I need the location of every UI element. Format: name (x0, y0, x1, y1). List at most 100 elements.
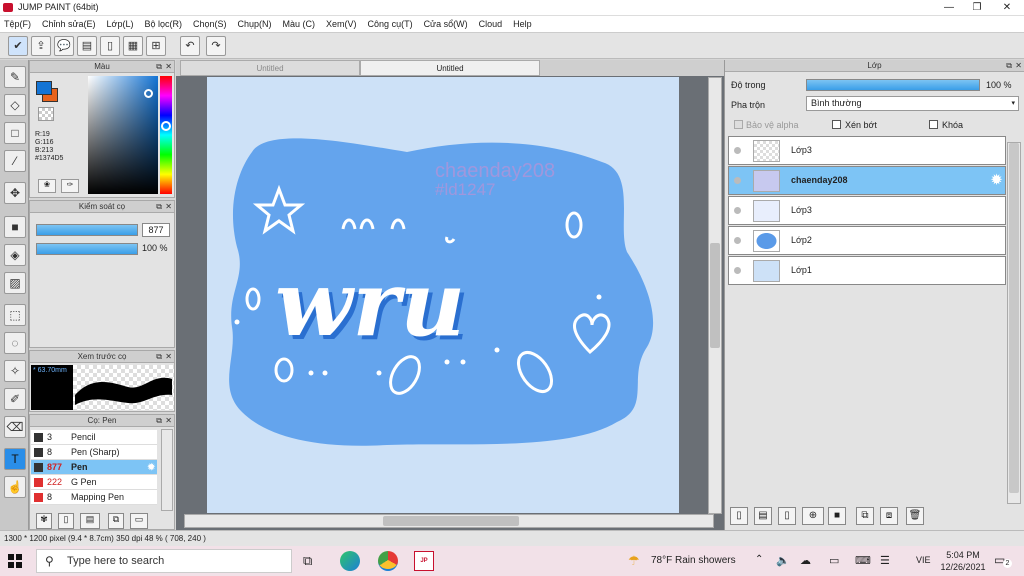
folder-icon[interactable]: ■ (828, 507, 846, 525)
brush-item-mapping-pen[interactable]: 8 Mapping Pen (31, 490, 157, 505)
layer-row[interactable]: Lớp1 (728, 256, 1006, 285)
layer-row-selected[interactable]: chaenday208 ✹ (728, 166, 1006, 195)
duplicate-layer-icon[interactable]: ⧉ (856, 507, 874, 525)
layer-row[interactable]: Lớp3 (728, 136, 1006, 165)
volume-icon[interactable]: 🔈 (776, 554, 790, 567)
popout-icon[interactable]: ⧉ (156, 201, 162, 213)
delete-layer-icon[interactable]: 🗑 (906, 507, 924, 525)
canvas-vertical-scrollbar[interactable] (708, 77, 722, 514)
visibility-icon[interactable] (734, 177, 741, 184)
menu-layer[interactable]: Lớp(L) (107, 19, 134, 29)
fill-rect-tool-icon[interactable]: ■ (4, 216, 26, 238)
jump-paint-taskbar-icon[interactable]: JP (414, 551, 434, 571)
transparent-swatch[interactable] (38, 107, 54, 121)
menu-file[interactable]: Tệp(F) (4, 19, 31, 29)
maximize-button[interactable]: ❐ (962, 0, 992, 16)
layer-scrollbar[interactable] (1007, 142, 1021, 504)
grid-icon[interactable]: ⊞ (146, 36, 166, 56)
brush-menu-icon[interactable]: ▤ (80, 513, 100, 529)
menu-view[interactable]: Xem(V) (326, 19, 357, 29)
popout-icon[interactable]: ⧉ (156, 415, 162, 427)
new-layer-option-icon[interactable]: ▤ (754, 507, 772, 525)
undo-icon[interactable]: ↶ (180, 36, 200, 56)
brush-folder-icon[interactable]: ▭ (130, 513, 148, 529)
select-eraser-icon[interactable]: ⌫ (4, 416, 26, 438)
new-brush-icon[interactable]: ▯ (58, 513, 74, 529)
cloud-icon[interactable]: ☁ (800, 554, 811, 567)
keyboard-icon[interactable]: ⌨ (855, 554, 871, 567)
move-tool-icon[interactable]: ✥ (4, 182, 26, 204)
canvas-horizontal-scrollbar[interactable] (184, 514, 714, 528)
weather-text[interactable]: 78°F Rain showers (651, 555, 736, 566)
comment-icon[interactable]: 💬 (54, 36, 74, 56)
lasso-icon[interactable]: ◌ (4, 332, 26, 354)
palette-icon[interactable]: ❀ (38, 179, 56, 193)
text-tool-icon[interactable]: T (4, 448, 26, 470)
tab-untitled-2[interactable]: Untitled (360, 60, 540, 76)
menu-select[interactable]: Chọn(S) (193, 19, 227, 29)
share-icon[interactable]: ⇪ (31, 36, 51, 56)
visibility-icon[interactable] (734, 207, 741, 214)
v-scroll-thumb[interactable] (710, 243, 720, 348)
brush-list-scrollbar[interactable] (161, 429, 173, 511)
close-icon[interactable]: ✕ (165, 351, 172, 363)
menu-help[interactable]: Help (513, 19, 532, 29)
menu-tools[interactable]: Công cụ(T) (368, 19, 413, 29)
clip-checkbox[interactable] (832, 120, 841, 129)
gear-icon[interactable]: ✹ (991, 172, 1002, 188)
language-indicator[interactable]: VIE (916, 555, 931, 565)
page-icon[interactable]: ▦ (123, 36, 143, 56)
edge-icon[interactable] (340, 551, 360, 571)
menu-filter[interactable]: Bộ lọc(R) (144, 19, 182, 29)
chevron-up-icon[interactable]: ⌃ (755, 554, 763, 565)
brush-item-pencil[interactable]: 3 Pencil (31, 430, 157, 445)
popout-icon[interactable]: ⧉ (156, 61, 162, 73)
blend-mode-select[interactable]: Bình thường ▾ (806, 96, 1019, 111)
layer-opacity-slider[interactable] (806, 79, 980, 91)
brush-opacity-slider[interactable] (36, 243, 138, 255)
menu-capture[interactable]: Chụp(N) (238, 19, 272, 29)
chrome-icon[interactable] (378, 551, 398, 571)
brush-tool-icon[interactable]: ✎ (4, 66, 26, 88)
popout-icon[interactable]: ⧉ (156, 351, 162, 363)
visibility-icon[interactable] (734, 237, 741, 244)
new-raster-icon[interactable]: ▯ (778, 507, 796, 525)
battery-icon[interactable]: ▭ (829, 554, 839, 567)
lock-checkbox[interactable] (929, 120, 938, 129)
hand-tool-icon[interactable]: ☝ (4, 476, 26, 498)
note-icon[interactable]: ▤ (77, 36, 97, 56)
menu-color[interactable]: Màu (C) (283, 19, 316, 29)
gradient-tool-icon[interactable]: ▨ (4, 272, 26, 294)
popout-icon[interactable]: ⧉ (1006, 60, 1012, 72)
redo-icon[interactable]: ↷ (206, 36, 226, 56)
shape-tool-icon[interactable]: □ (4, 122, 26, 144)
close-button[interactable]: ✕ (992, 0, 1022, 16)
menu-window[interactable]: Cửa sổ(W) (424, 19, 468, 29)
h-scroll-thumb[interactable] (383, 516, 519, 526)
layer-row[interactable]: Lớp2 (728, 226, 1006, 255)
windows-start-icon[interactable] (8, 554, 22, 568)
select-pen-icon[interactable]: ✐ (4, 388, 26, 410)
primary-color-swatch[interactable] (36, 81, 52, 95)
menu-edit[interactable]: Chỉnh sửa(E) (42, 19, 96, 29)
brush-copy-icon[interactable]: ⧉ (108, 513, 124, 529)
visibility-icon[interactable] (734, 267, 741, 274)
new-layer-icon[interactable]: ▯ (730, 507, 748, 525)
visibility-icon[interactable] (734, 147, 741, 154)
eraser-tool-icon[interactable]: ◇ (4, 94, 26, 116)
eyedropper-icon[interactable]: ✑ (61, 179, 79, 193)
brush-item-pen-sharp[interactable]: 8 Pen (Sharp) (31, 445, 157, 460)
layer-row[interactable]: Lớp3 (728, 196, 1006, 225)
protect-alpha-checkbox[interactable] (734, 120, 743, 129)
close-icon[interactable]: ✕ (165, 201, 172, 213)
brush-size-slider[interactable] (36, 224, 138, 236)
document-icon[interactable]: ▯ (100, 36, 120, 56)
close-icon[interactable]: ✕ (165, 415, 172, 427)
brush-item-pen[interactable]: 877 Pen ✹ (31, 460, 157, 475)
drawing-canvas[interactable]: wru wru chaenday208 #ld1247 (207, 77, 679, 513)
hue-slider[interactable] (160, 76, 172, 194)
tab-untitled-1[interactable]: Untitled (180, 60, 360, 76)
brush-settings-icon[interactable]: ✾ (36, 513, 52, 529)
pen-tool-icon[interactable]: ⁄ (4, 150, 26, 172)
merge-layer-icon[interactable]: ⧈ (880, 507, 898, 525)
